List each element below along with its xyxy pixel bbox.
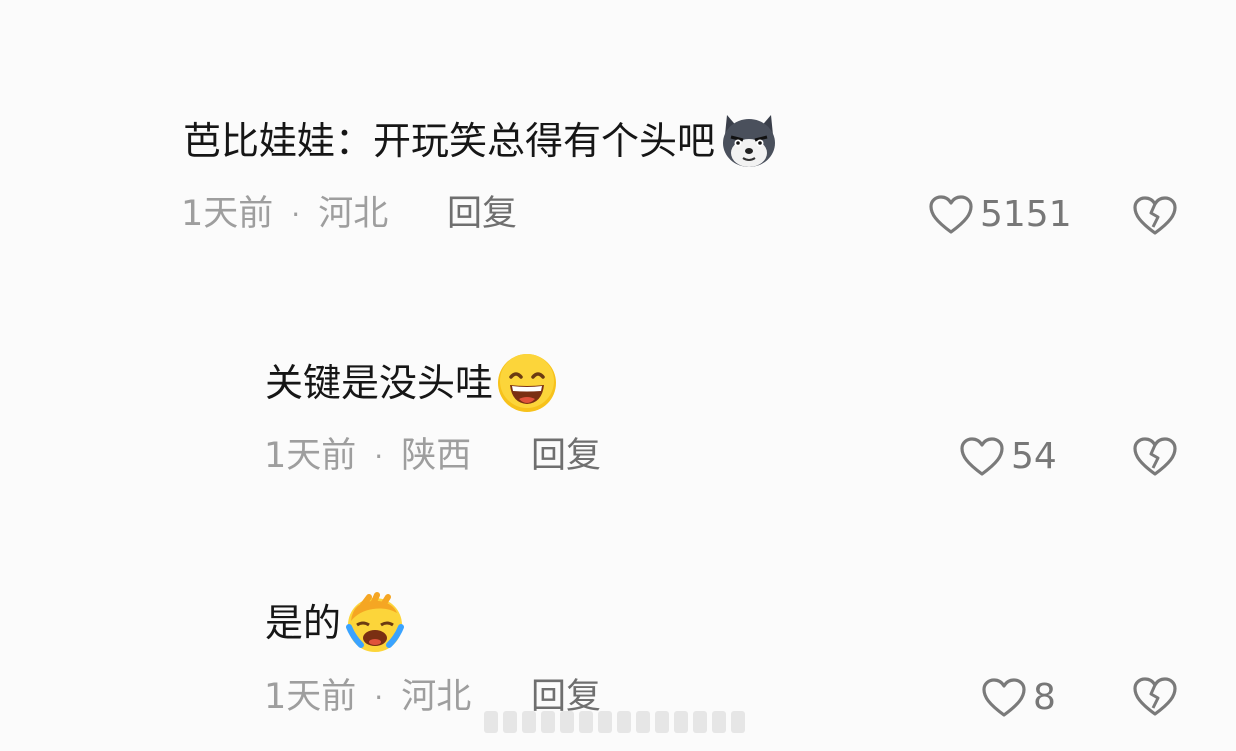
heart-outline-icon (981, 677, 1027, 719)
dislike-button[interactable] (1132, 195, 1178, 237)
broken-heart-icon (1132, 436, 1178, 478)
like-button[interactable]: 8 (981, 677, 1056, 719)
dislike-button[interactable] (1132, 676, 1178, 718)
like-count: 8 (1033, 677, 1056, 718)
grin-emoji-icon (495, 351, 559, 415)
comment-text: 关键是没头哇 (265, 361, 494, 405)
meta-separator: · (291, 197, 301, 231)
like-button[interactable]: 54 (959, 436, 1057, 478)
reply-button[interactable]: 回复 (531, 439, 601, 474)
comment-location: 河北 (318, 194, 389, 234)
comment-time: 1天前 (264, 677, 357, 717)
like-button[interactable]: 5151 (928, 194, 1072, 236)
like-count: 54 (1011, 436, 1057, 477)
meta-separator: · (374, 680, 384, 714)
like-count: 5151 (980, 194, 1072, 235)
comment-time: 1天前 (181, 194, 274, 234)
comment-meta: 1天前 · 河北 (181, 197, 388, 232)
facepalm-cry-emoji-icon (343, 591, 407, 655)
comment-text-row: 芭比娃娃：开玩笑总得有个头吧 (183, 106, 781, 176)
comment-meta: 1天前 · 河北 (264, 680, 471, 715)
comment-meta: 1天前 · 陕西 (264, 439, 471, 474)
comment-location: 陕西 (401, 436, 472, 476)
dislike-button[interactable] (1132, 436, 1178, 478)
meta-separator: · (374, 439, 384, 473)
wolf-emoji-icon (717, 109, 781, 173)
broken-heart-icon (1132, 676, 1178, 718)
comment-text-row: 是的 (265, 588, 407, 658)
comment-location: 河北 (401, 677, 472, 717)
comment-text: 芭比娃娃：开玩笑总得有个头吧 (183, 119, 716, 163)
comment-text-row: 关键是没头哇 (265, 348, 559, 418)
watermark (484, 707, 754, 737)
heart-outline-icon (959, 436, 1005, 478)
heart-outline-icon (928, 194, 974, 236)
broken-heart-icon (1132, 195, 1178, 237)
comment-time: 1天前 (264, 436, 357, 476)
comment-text: 是的 (265, 601, 342, 645)
reply-button[interactable]: 回复 (447, 197, 517, 232)
